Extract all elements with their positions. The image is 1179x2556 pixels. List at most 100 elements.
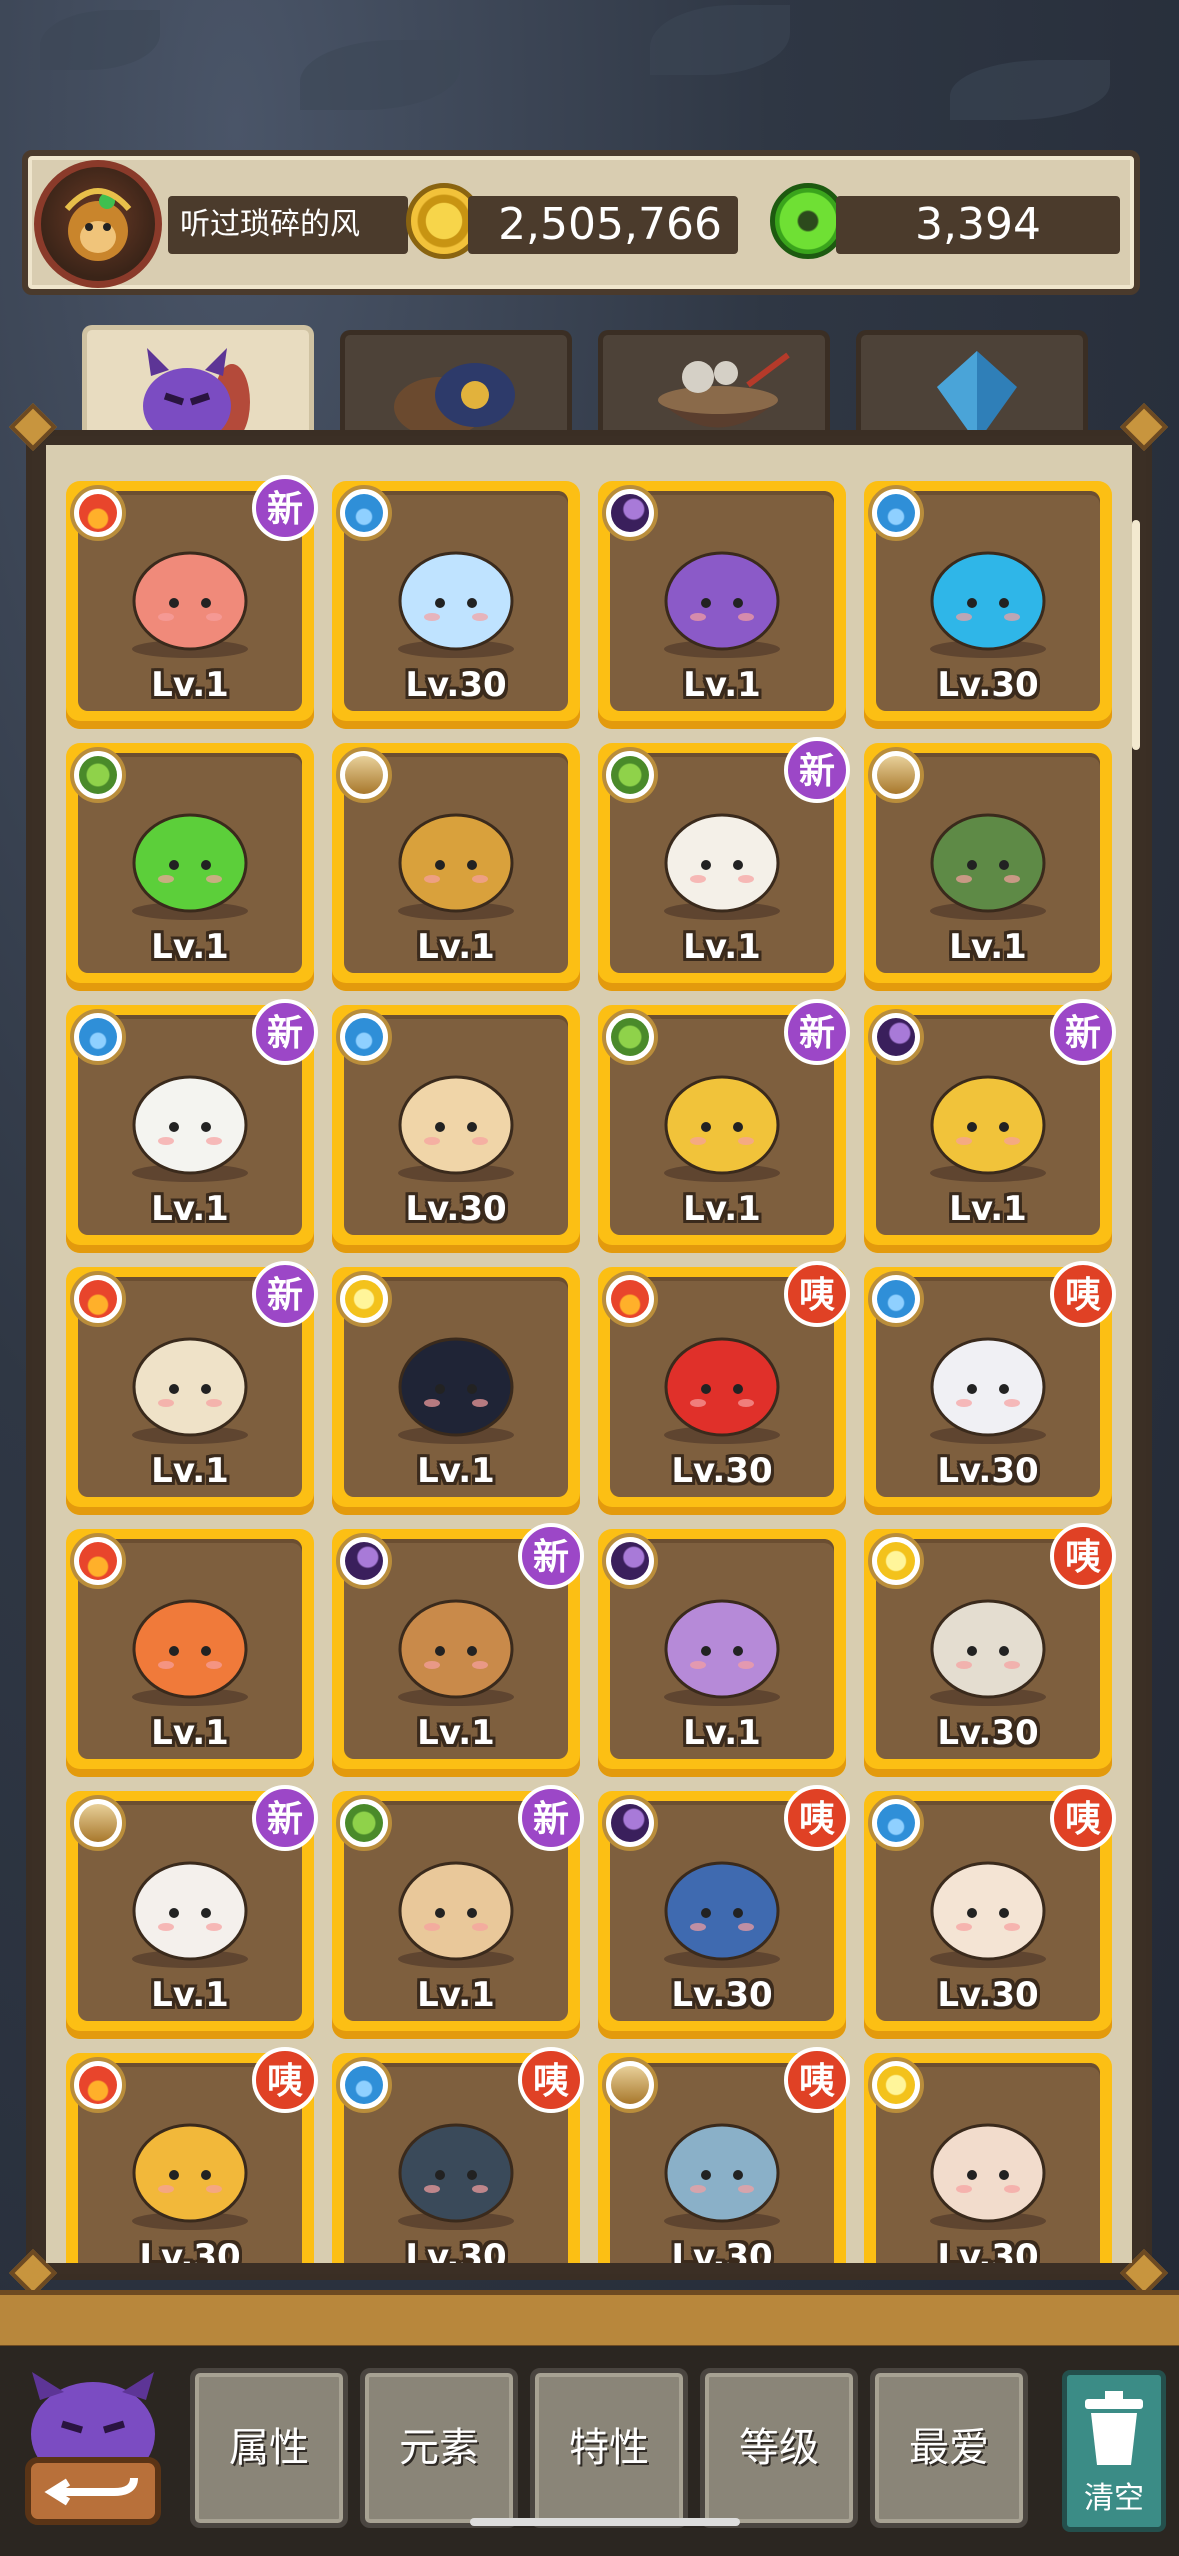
earth-element-icon xyxy=(868,747,924,803)
water-element-icon xyxy=(868,485,924,541)
silver-crown-icon xyxy=(930,1337,1046,1444)
pet-card[interactable]: 咦 Lv.30 xyxy=(598,2047,850,2263)
pet-card[interactable]: Lv.1 xyxy=(598,1529,846,1777)
pet-card[interactable]: 咦 Lv.30 xyxy=(864,1523,1116,1777)
corn-bird-icon xyxy=(930,1075,1046,1182)
dark-element-icon xyxy=(602,1795,658,1851)
scrollbar[interactable] xyxy=(1132,520,1140,750)
pet-card[interactable]: 新 Lv.1 xyxy=(332,1523,584,1777)
scorpio-star-icon xyxy=(664,551,780,658)
filter-element-button[interactable]: 元素 xyxy=(360,2368,518,2528)
pet-card[interactable]: 新 Lv.1 xyxy=(864,999,1116,1253)
pet-card[interactable]: Lv.1 xyxy=(66,1529,314,1777)
fire-element-icon xyxy=(70,1533,126,1589)
player-hud: 听过琐碎的风 2,505,766 3,394 xyxy=(22,150,1140,295)
cauldron-ghost-icon xyxy=(664,1599,780,1706)
surprise-badge: 咦 xyxy=(252,2047,318,2113)
jade-amount: 3,394 xyxy=(836,196,1120,254)
pet-card[interactable]: Lv.1 xyxy=(66,743,314,991)
wooden-shelf xyxy=(0,2290,1179,2351)
surprise-badge: 咦 xyxy=(784,1785,850,1851)
pet-level: Lv.30 xyxy=(139,2237,241,2263)
ice-diamond-icon xyxy=(398,551,514,658)
pet-card[interactable]: Lv.1 xyxy=(332,743,580,991)
surprise-badge: 咦 xyxy=(784,2047,850,2113)
clear-button[interactable]: 清空 xyxy=(1062,2370,1166,2532)
pet-card[interactable]: 咦 Lv.30 xyxy=(66,2047,318,2263)
pet-level: Lv.30 xyxy=(937,1713,1039,1753)
surprise-badge: 咦 xyxy=(1050,1523,1116,1589)
headband-egg-icon xyxy=(132,1337,248,1444)
pet-card[interactable]: Lv.30 xyxy=(864,481,1112,729)
pet-card[interactable]: Lv.1 xyxy=(598,481,846,729)
new-badge: 新 xyxy=(252,475,318,541)
pet-card[interactable]: Lv.1 xyxy=(864,743,1112,991)
pet-card[interactable]: 咦 Lv.30 xyxy=(864,1785,1116,2039)
pet-level: Lv.1 xyxy=(417,1975,495,2015)
player-avatar[interactable] xyxy=(34,160,162,288)
clear-label: 清空 xyxy=(1084,2481,1144,2516)
leaf-element-icon xyxy=(336,1795,392,1851)
blue-scroll-icon xyxy=(664,1861,780,1968)
pet-card[interactable]: Lv.1 xyxy=(332,1267,580,1515)
pet-level: Lv.1 xyxy=(949,927,1027,967)
pet-level: Lv.1 xyxy=(417,1451,495,1491)
log-baby-icon xyxy=(398,1861,514,1968)
home-indicator[interactable] xyxy=(470,2518,740,2526)
santa-hat-blob-icon xyxy=(664,813,780,920)
trash-icon xyxy=(1085,2391,1143,2465)
taurus-star-icon xyxy=(398,813,514,920)
pet-level: Lv.1 xyxy=(151,1451,229,1491)
pet-card[interactable]: Lv.30 xyxy=(332,481,580,729)
monkey-avatar-icon xyxy=(64,188,132,261)
filter-favorite-button[interactable]: 最爱 xyxy=(870,2368,1028,2528)
filter-attribute-button[interactable]: 属性 xyxy=(190,2368,348,2528)
gold-amount: 2,505,766 xyxy=(468,196,738,254)
pet-level: Lv.1 xyxy=(151,1713,229,1753)
leaf-snail-icon xyxy=(132,2123,248,2230)
cancer-star-icon xyxy=(132,813,248,920)
filter-trait-button[interactable]: 特性 xyxy=(530,2368,688,2528)
new-badge: 新 xyxy=(252,1785,318,1851)
back-button[interactable] xyxy=(18,2370,168,2530)
earth-element-icon xyxy=(602,2057,658,2113)
pet-card[interactable]: 新 Lv.1 xyxy=(598,999,850,1253)
red-fox-hat-icon xyxy=(132,551,248,658)
pet-card[interactable]: 咦 Lv.30 xyxy=(864,1261,1116,1515)
pet-card[interactable]: Lv.30 xyxy=(332,1005,580,1253)
dark-element-icon xyxy=(336,1533,392,1589)
surprise-badge: 咦 xyxy=(1050,1261,1116,1327)
moon-cushion-icon xyxy=(398,1337,514,1444)
pet-level: Lv.30 xyxy=(405,665,507,705)
pet-card[interactable]: 咦 Lv.30 xyxy=(332,2047,584,2263)
water-element-icon xyxy=(336,1009,392,1065)
pet-card[interactable]: 新 Lv.1 xyxy=(332,1785,584,2039)
pet-card[interactable]: 新 Lv.1 xyxy=(66,999,318,1253)
pet-card[interactable]: 新 Lv.1 xyxy=(66,1261,318,1515)
surprise-badge: 咦 xyxy=(518,2047,584,2113)
broom-icon xyxy=(398,1599,514,1706)
pet-card[interactable]: 新 Lv.1 xyxy=(598,737,850,991)
earth-element-icon xyxy=(70,1795,126,1851)
pet-card[interactable]: 咦 Lv.30 xyxy=(598,1261,850,1515)
dark-element-icon xyxy=(868,1009,924,1065)
new-badge: 新 xyxy=(518,1523,584,1589)
pet-level: Lv.1 xyxy=(683,1713,761,1753)
pet-grid: 新 Lv.1 Lv.30 Lv.1 Lv.30 Lv.1 Lv.1 新 Lv.1 Lv.1 新 Lv.… xyxy=(46,445,1132,2263)
lotus-chick-icon xyxy=(930,1861,1046,1968)
water-element-icon xyxy=(336,485,392,541)
new-badge: 新 xyxy=(518,1785,584,1851)
pet-card[interactable]: Lv.30 xyxy=(864,2053,1112,2263)
pet-card[interactable]: 新 Lv.1 xyxy=(66,1785,318,2039)
surprise-badge: 咦 xyxy=(1050,1785,1116,1851)
new-badge: 新 xyxy=(252,1261,318,1327)
pet-level: Lv.30 xyxy=(671,1975,773,2015)
earth-element-icon xyxy=(336,747,392,803)
cactus-blob-icon xyxy=(930,813,1046,920)
fire-element-icon xyxy=(602,1271,658,1327)
filter-level-button[interactable]: 等级 xyxy=(700,2368,858,2528)
pet-card[interactable]: 咦 Lv.30 xyxy=(598,1785,850,2039)
new-badge: 新 xyxy=(784,999,850,1065)
pet-card[interactable]: 新 Lv.1 xyxy=(66,475,318,729)
pet-level: Lv.1 xyxy=(683,927,761,967)
